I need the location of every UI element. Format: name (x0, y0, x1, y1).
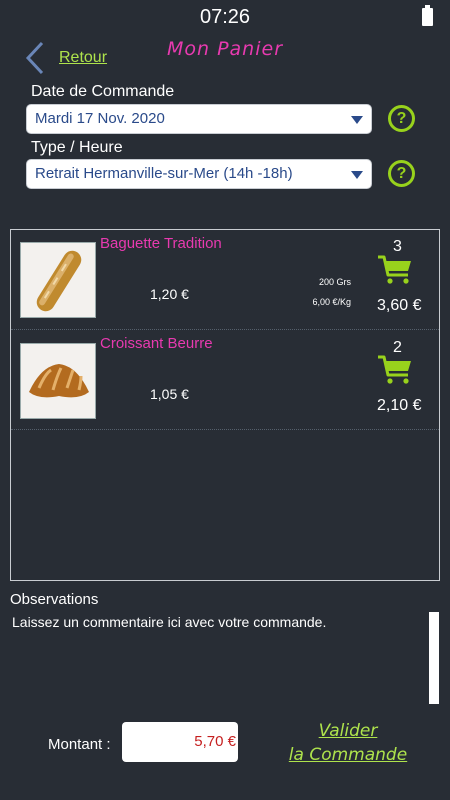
price-per-kg: 6,00 €/Kg (312, 297, 351, 307)
product-name: Croissant Beurre (100, 335, 213, 352)
page-title: Mon Panier (166, 38, 284, 60)
cart-list[interactable]: Baguette Tradition 1,20 € 200 Grs 6,00 €… (10, 229, 440, 581)
observations-scrollbar[interactable] (429, 612, 439, 704)
help-icon[interactable]: ? (388, 160, 415, 187)
line-total: 2,10 € (377, 397, 422, 414)
order-date-select[interactable]: Mardi 17 Nov. 2020 (26, 104, 372, 134)
order-date-value: Mardi 17 Nov. 2020 (35, 110, 165, 127)
cart-item[interactable]: Baguette Tradition 1,20 € 200 Grs 6,00 €… (11, 230, 439, 330)
unit-price: 1,20 € (150, 286, 189, 302)
shopping-cart-icon[interactable] (377, 354, 413, 384)
product-weight: 200 Grs (318, 277, 351, 287)
status-time: 07:26 (199, 6, 251, 28)
chevron-down-icon (351, 171, 363, 179)
product-name: Baguette Tradition (100, 235, 222, 252)
order-type-value: Retrait Hermanville-sur-Mer (14h -18h) (35, 165, 293, 182)
product-image-baguette (20, 242, 96, 318)
order-type-select[interactable]: Retrait Hermanville-sur-Mer (14h -18h) (26, 159, 372, 189)
validate-order-button[interactable]: Valider la Commande (278, 719, 418, 767)
unit-price: 1,05 € (150, 386, 189, 402)
chevron-down-icon (351, 116, 363, 124)
product-image-croissant (20, 343, 96, 419)
battery-icon (422, 5, 433, 26)
montant-label: Montant : (48, 736, 111, 753)
line-total: 3,60 € (377, 297, 422, 314)
cart-item[interactable]: Croissant Beurre 1,05 € 2 2,10 € (11, 330, 439, 430)
help-icon[interactable]: ? (388, 105, 415, 132)
validate-line-1: Valider (318, 721, 378, 741)
validate-line-2: la Commande (288, 745, 408, 765)
montant-value: 5,70 € (122, 722, 238, 762)
order-date-label: Date de Commande (31, 83, 175, 100)
observations-input[interactable]: Laissez un commentaire ici avec votre co… (12, 614, 412, 630)
shopping-cart-icon[interactable] (377, 254, 413, 284)
order-type-label: Type / Heure (31, 139, 123, 156)
status-bar: 07:26 (0, 0, 450, 34)
observations-label: Observations (10, 591, 99, 608)
